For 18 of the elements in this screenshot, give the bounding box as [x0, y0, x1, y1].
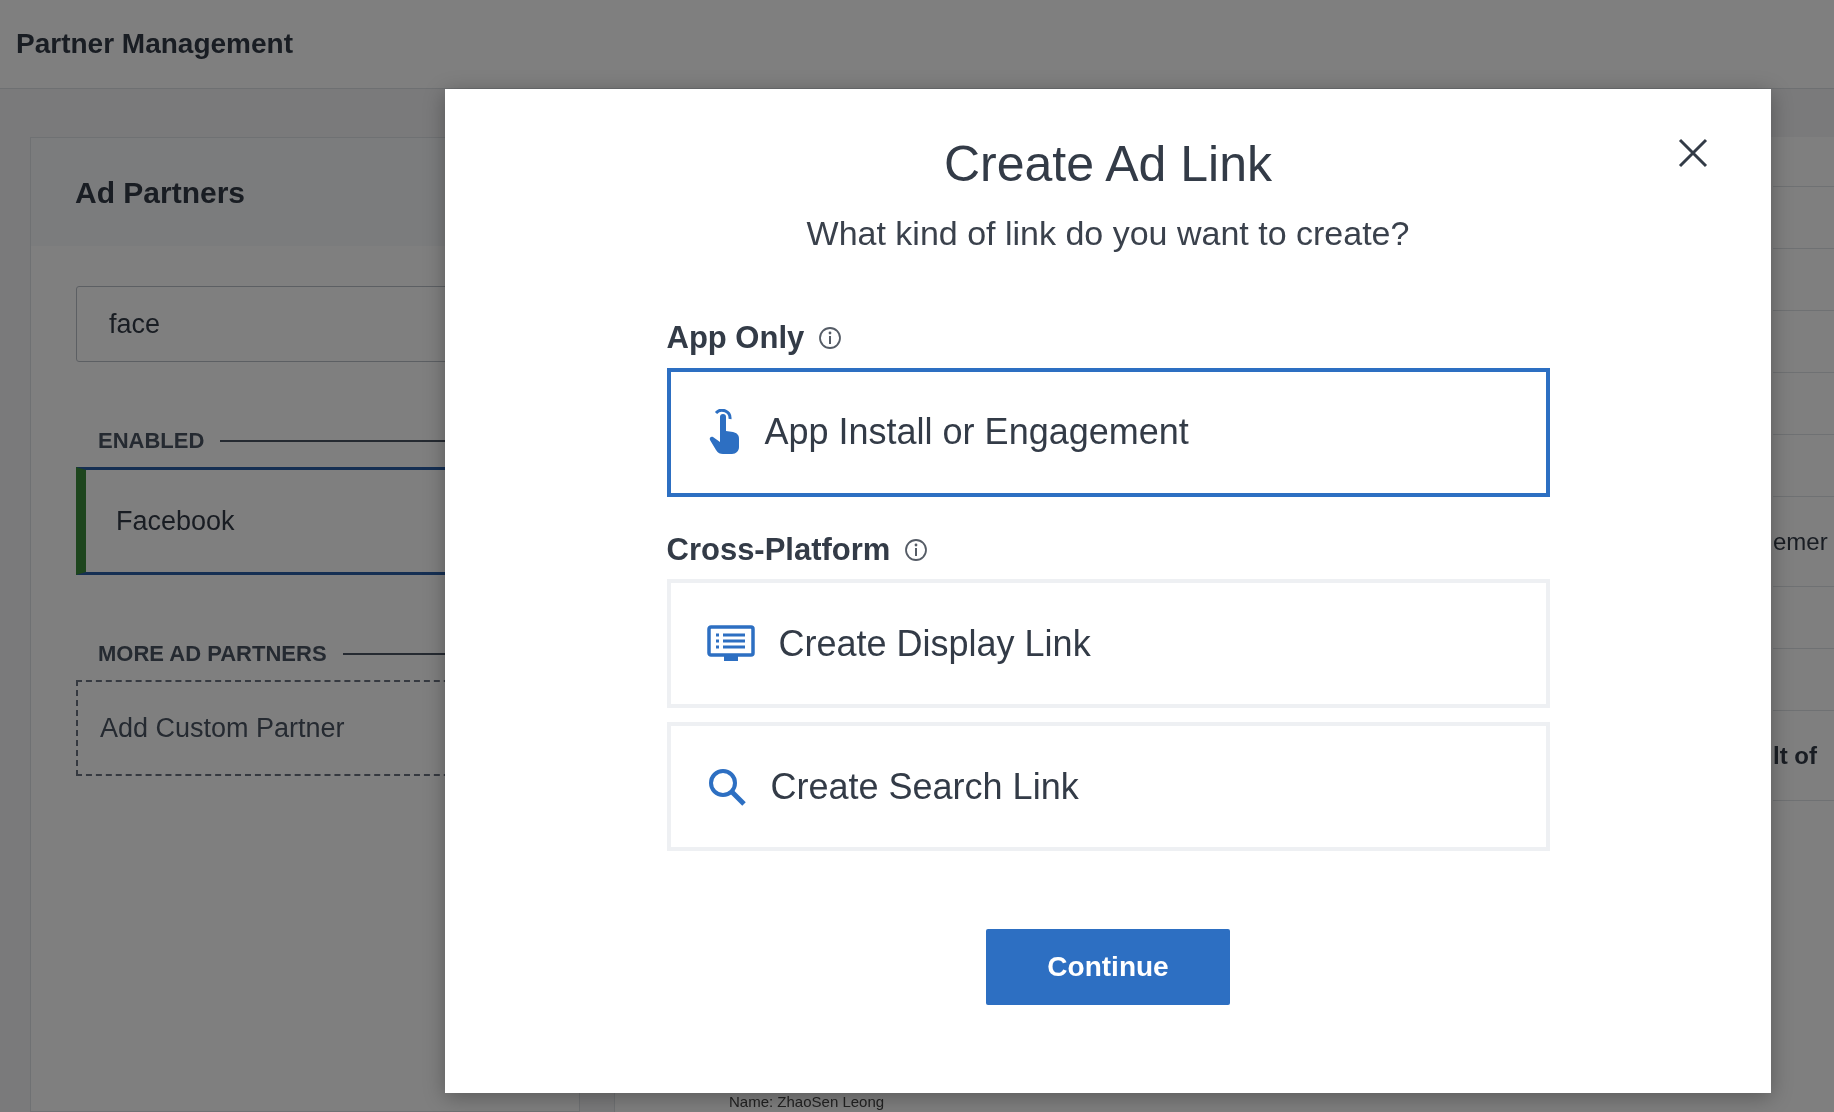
link-type-option[interactable]: Create Search Link	[666, 722, 1550, 851]
continue-button[interactable]: Continue	[986, 929, 1230, 1005]
group-label: App Only	[666, 319, 805, 357]
link-type-option[interactable]: App Install or Engagement	[666, 367, 1550, 497]
search-icon	[706, 766, 747, 807]
display-list-icon	[706, 624, 755, 663]
page-title: Partner Management	[16, 27, 293, 61]
modal-subtitle: What kind of link do you want to create?	[806, 213, 1410, 254]
info-icon	[818, 326, 843, 351]
detail-text: emer	[1773, 526, 1828, 557]
modal-title: Create Ad Link	[944, 135, 1272, 194]
detail-text: lt of	[1773, 740, 1817, 771]
section-label: ENABLED	[98, 427, 205, 455]
info-icon	[904, 537, 929, 562]
detail-text: Name: ZhaoSen Leong	[729, 1094, 885, 1111]
link-type-option[interactable]: Create Display Link	[666, 579, 1550, 708]
group-label: Cross-Platform	[666, 530, 891, 569]
section-label: MORE AD PARTNERS	[98, 640, 327, 668]
